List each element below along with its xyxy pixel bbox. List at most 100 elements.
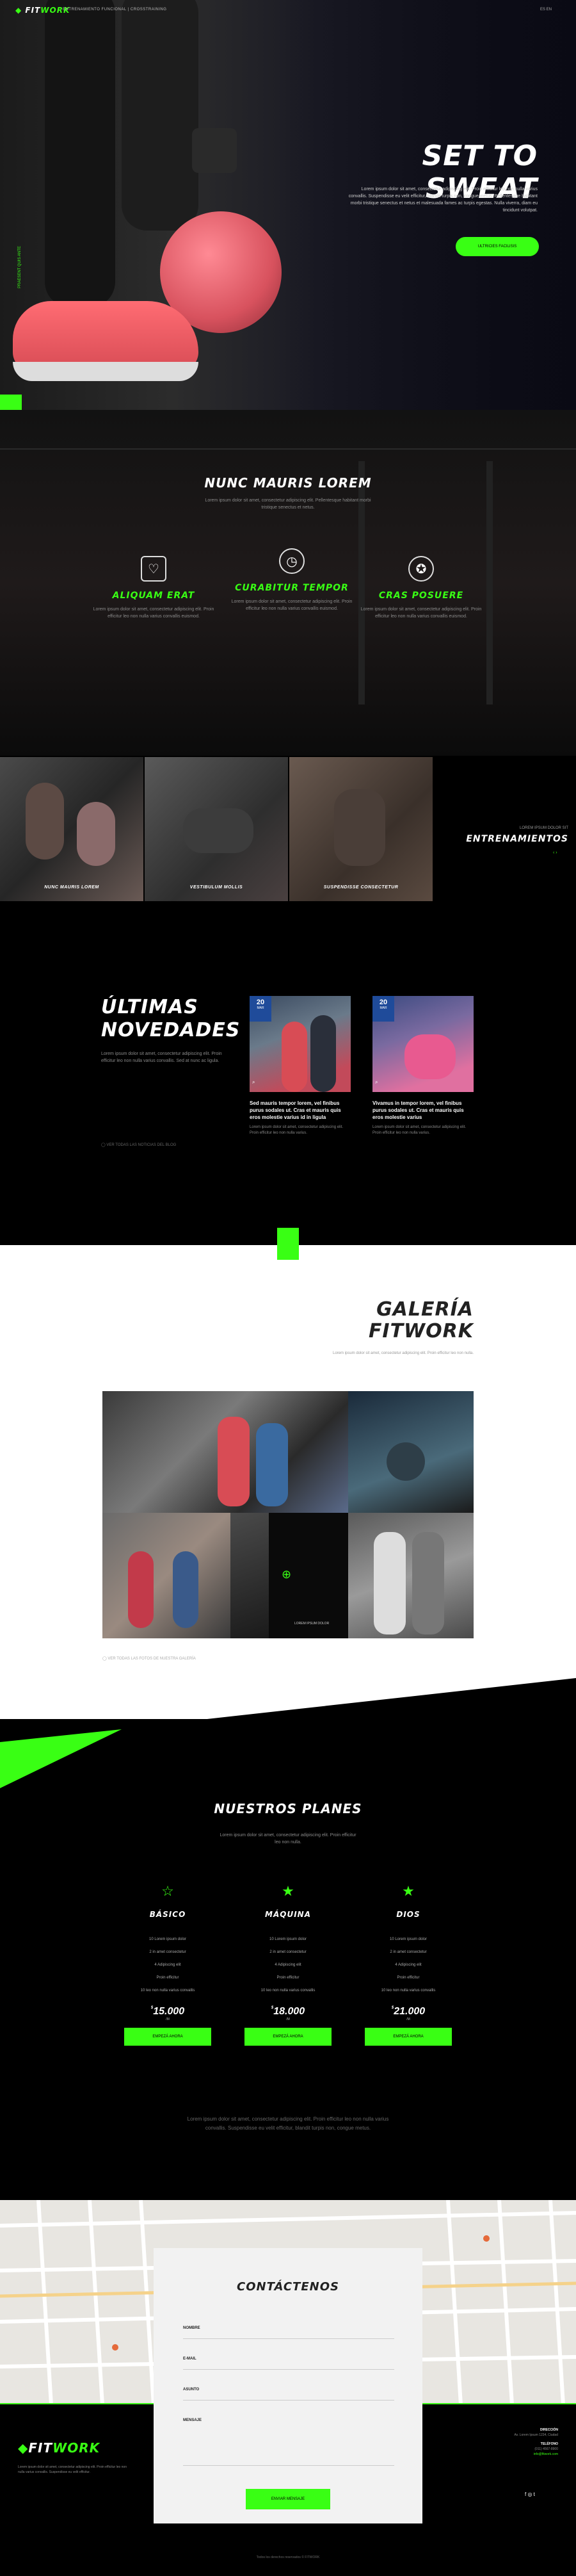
plans-title: NUESTROS PLANES xyxy=(214,1801,362,1816)
stopwatch-icon: ◷ xyxy=(279,548,305,574)
athlete-figure xyxy=(256,1423,288,1506)
footer-email[interactable]: info@fitwork.com xyxy=(448,2452,558,2457)
feature-title: CURABITUR TEMPOR xyxy=(235,583,349,593)
feature-title: ALIQUAM ERAT xyxy=(112,591,195,601)
news-date-badge: 20 MAR xyxy=(372,996,394,1022)
news-date-badge: 20 MAR xyxy=(250,996,271,1022)
news-card-image: 20 MAR ⌕ xyxy=(250,996,351,1092)
plan-start-button[interactable]: EMPEZÁ AHORA xyxy=(365,2028,452,2046)
plan-price: $15.000 xyxy=(124,2006,211,2018)
athlete-hand xyxy=(192,128,237,173)
logo-prefix: FIT xyxy=(28,2440,53,2456)
subject-field[interactable]: ASUNTO xyxy=(183,2385,394,2401)
plan-feature: 10 Lorem ipsum dolor xyxy=(389,1937,428,1941)
athlete-figure xyxy=(173,1551,198,1628)
news-month: MAR xyxy=(257,1006,264,1010)
news-more-link[interactable]: ◯ VER TODAS LAS NOTICIAS DEL BLOG xyxy=(101,1143,293,1147)
plan-feature: 10 Lorem ipsum dolor xyxy=(269,1937,307,1941)
plan-price: $18.000 xyxy=(244,2006,332,2018)
hero-cta-button[interactable]: ULTRICIES FACILISIS xyxy=(456,237,539,256)
plan-start-button[interactable]: EMPEZÁ AHORA xyxy=(244,2028,332,2046)
athlete-leg-right xyxy=(122,0,198,231)
plan-name: BÁSICO xyxy=(149,1910,186,1919)
plan-feature: 2 in amet consectetur xyxy=(269,1950,307,1954)
logo[interactable]: ◆ FITWORK xyxy=(15,6,70,15)
gallery-photo-hover[interactable]: ⊕ LOREM IPSUM DOLOR xyxy=(230,1513,348,1638)
plan-period: /M xyxy=(286,2018,290,2021)
plan-feature: 10 leo non nulla varius convallis xyxy=(381,1989,436,1993)
send-message-button[interactable]: ENVIAR MENSAJE xyxy=(246,2489,330,2509)
hero-text: Lorem ipsum dolor sit amet, consectetur … xyxy=(348,187,538,213)
athlete-figure xyxy=(26,783,64,860)
shoe-sole xyxy=(13,362,198,381)
gallery-photo[interactable] xyxy=(102,1513,230,1638)
news-card-image: 20 MAR ⌕ xyxy=(372,996,474,1092)
message-field[interactable]: MENSAJE xyxy=(183,2416,394,2466)
gallery-photo[interactable] xyxy=(348,1391,474,1513)
gallery-photo[interactable] xyxy=(348,1513,474,1638)
feature-text: Lorem ipsum dolor sit amet, consectetur … xyxy=(93,607,214,619)
class-tile[interactable]: VESTIBULUM MOLLIS xyxy=(145,757,288,901)
social-icons[interactable]: f ◎ t xyxy=(525,2491,535,2497)
athlete-figure xyxy=(412,1532,444,1634)
plan-feature: Proin efficitur xyxy=(397,1976,420,1980)
plan-feature: 10 leo non nulla varius convallis xyxy=(140,1989,195,1993)
zoom-icon[interactable]: ⊕ xyxy=(282,1568,291,1581)
news-month: MAR xyxy=(380,1006,387,1010)
features-title: NUNC MAURIS LOREM xyxy=(204,475,372,491)
star-icon: ☆ xyxy=(161,1883,174,1899)
hero-side-text: PRAESENT QUIS ANTE xyxy=(18,246,22,288)
athlete-leg-left xyxy=(45,0,115,307)
email-field[interactable]: E-MAIL xyxy=(183,2354,394,2370)
news-card-title[interactable]: Sed mauris tempor lorem, vel finibus pur… xyxy=(250,1100,351,1121)
footer-address-title: DIRECCIÓN xyxy=(540,2428,558,2432)
gallery-overlay-caption: LOREM IPSUM DOLOR xyxy=(294,1622,330,1626)
news-more-label: VER TODAS LAS NOTICIAS DEL BLOG xyxy=(106,1143,177,1147)
plan-card: ☆ BÁSICO 10 Lorem ipsum dolor 2 in amet … xyxy=(124,1883,211,2046)
plan-feature: Proin efficitur xyxy=(276,1976,300,1980)
footer-copyright: Todos los derechos reservados © FITWORK xyxy=(256,2556,320,2559)
athlete-figure xyxy=(374,1532,406,1634)
plan-start-button[interactable]: EMPEZÁ AHORA xyxy=(124,2028,211,2046)
footer-logo[interactable]: ◆FITWORK xyxy=(18,2440,100,2456)
plan-card: ★ MÁQUINA 10 Lorem ipsum dolor 2 in amet… xyxy=(244,1883,332,2046)
magnify-icon[interactable]: ⌕ xyxy=(252,1079,255,1086)
news-day: 20 xyxy=(379,999,388,1006)
language-switcher[interactable]: ES EN xyxy=(540,8,552,12)
logo-mark-icon: ◆ xyxy=(15,6,22,15)
athlete-figure xyxy=(218,1417,250,1506)
plan-price: $21.000 xyxy=(365,2006,452,2018)
class-tile-label: SUSPENDISSE CONSECTETUR xyxy=(323,885,399,890)
athlete-figure xyxy=(310,1015,336,1092)
name-field[interactable]: NOMBRE xyxy=(183,2324,394,2339)
news-card-title[interactable]: Vivamus in tempor lorem, vel finibus pur… xyxy=(372,1100,474,1121)
gallery-photo-strip xyxy=(230,1513,269,1638)
contact-title: CONTÁCTENOS xyxy=(237,2280,339,2294)
carousel-arrows[interactable]: ‹ › xyxy=(553,851,557,855)
features-subtitle: Lorem ipsum dolor sit amet, consectetur … xyxy=(205,498,371,510)
plan-name: DIOS xyxy=(396,1910,420,1919)
classes-title: ENTRENAMIENTOS xyxy=(466,834,568,844)
news-card[interactable]: 20 MAR ⌕ Sed mauris tempor lorem, vel fin… xyxy=(250,996,351,1136)
news-card[interactable]: 20 MAR ⌕ Vivamus in tempor lorem, vel fin… xyxy=(372,996,474,1136)
shoe-image xyxy=(13,301,198,371)
class-tile[interactable]: NUNC MAURIS LOREM xyxy=(0,757,143,901)
plan-period: /M xyxy=(166,2018,170,2021)
plan-feature: 10 Lorem ipsum dolor xyxy=(148,1937,187,1941)
magnify-icon[interactable]: ⌕ xyxy=(375,1079,378,1086)
news-card-text: Lorem ipsum dolor sit amet, consectetur … xyxy=(372,1125,467,1135)
gallery-title-line: GALERÍA xyxy=(376,1298,474,1321)
plan-feature: 10 leo non nulla varius convallis xyxy=(260,1989,316,1993)
plan-features: 10 Lorem ipsum dolor 2 in amet consectet… xyxy=(124,1933,211,1997)
footer-text: Lorem ipsum dolor sit amet, consectetur … xyxy=(18,2465,127,2474)
feature-text: Lorem ipsum dolor sit amet, consectetur … xyxy=(360,607,482,619)
news-card-text: Lorem ipsum dolor sit amet, consectetur … xyxy=(250,1125,344,1135)
athlete-figure xyxy=(183,808,253,853)
gallery-title: GALERÍA FITWORK xyxy=(346,1299,474,1342)
class-tile[interactable]: SUSPENDISSE CONSECTETUR xyxy=(289,757,433,901)
plan-feature: 4 Adipiscing elit xyxy=(154,1963,181,1967)
gallery-photo[interactable] xyxy=(102,1391,348,1513)
star-icon: ★ xyxy=(282,1883,294,1899)
plan-card: ★ DIOS 10 Lorem ipsum dolor 2 in amet co… xyxy=(365,1883,452,2046)
footer-address: Av. Lorem Ipsum 1234, Ciudad xyxy=(514,2433,558,2437)
